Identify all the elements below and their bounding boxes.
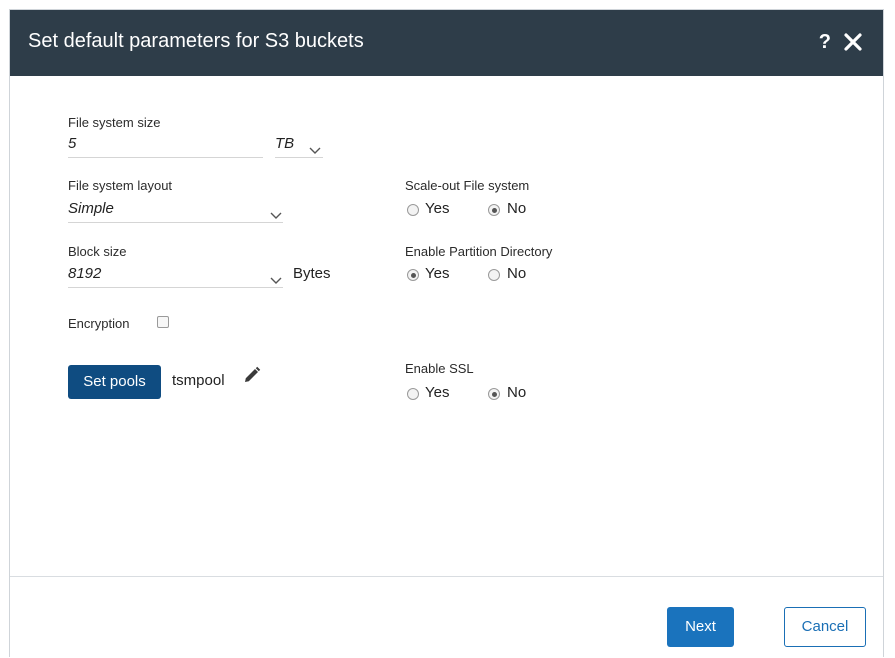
set-pools-button[interactable]: Set pools [68,365,161,399]
block-size-label: Block size [68,244,127,259]
block-size-select[interactable]: 8192 [68,265,101,282]
dialog: Set default parameters for S3 buckets ? … [9,9,884,657]
scale-out-yes-label: Yes [425,200,450,217]
ssl-yes-radio[interactable] [407,388,419,400]
ssl-no-label: No [507,384,527,401]
partition-dir-label: Enable Partition Directory [405,244,553,259]
scale-out-no-radio[interactable] [488,204,500,216]
dialog-title: Set default parameters for S3 buckets [28,30,364,52]
cancel-button[interactable]: Cancel [784,607,866,647]
chevron-down-icon[interactable] [270,207,282,219]
partition-dir-no-radio[interactable] [488,269,500,281]
pencil-icon[interactable] [243,366,261,384]
pool-name: tsmpool [172,372,225,389]
fs-size-input[interactable]: 5 [68,135,76,152]
help-icon[interactable]: ? [819,31,831,54]
footer-divider [10,576,883,577]
close-icon[interactable] [843,32,863,52]
ssl-no-radio[interactable] [488,388,500,400]
partition-dir-no-label: No [507,265,527,282]
scale-out-no-label: No [507,200,527,217]
fs-size-unit-select[interactable]: TB [275,135,294,152]
ssl-label: Enable SSL [405,361,474,376]
block-size-underline [68,287,283,288]
fs-layout-underline [68,222,283,223]
dialog-header: Set default parameters for S3 buckets ? [10,10,883,76]
next-button[interactable]: Next [667,607,734,647]
fs-layout-select[interactable]: Simple [68,200,114,217]
scale-out-label: Scale-out File system [405,178,530,193]
encryption-label: Encryption [68,316,130,331]
chevron-down-icon[interactable] [270,272,282,284]
block-size-unit: Bytes [293,265,331,282]
fs-size-unit-underline [275,157,323,158]
partition-dir-yes-label: Yes [425,265,450,282]
chevron-down-icon[interactable] [309,142,321,154]
fs-size-underline [68,157,263,158]
encryption-checkbox[interactable] [157,316,169,328]
scale-out-yes-radio[interactable] [407,204,419,216]
fs-layout-label: File system layout [68,178,173,193]
partition-dir-yes-radio[interactable] [407,269,419,281]
fs-size-label: File system size [68,115,161,130]
ssl-yes-label: Yes [425,384,450,401]
